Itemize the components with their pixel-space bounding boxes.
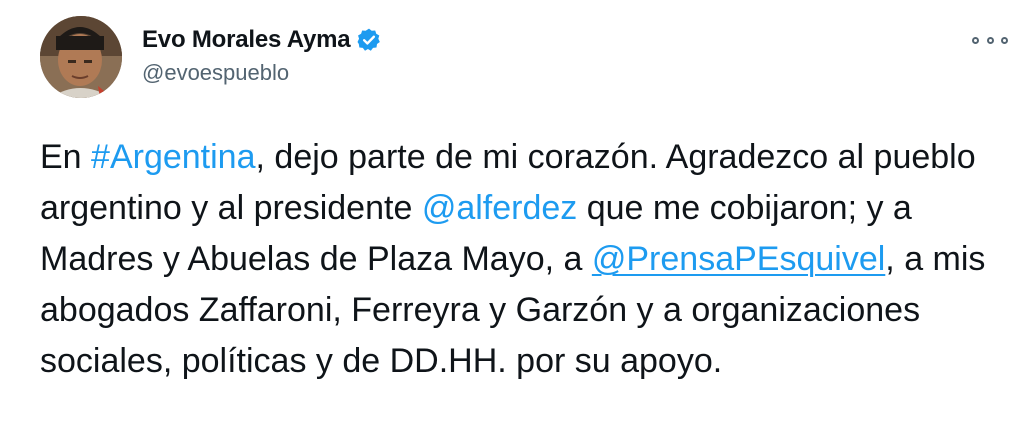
dot-icon — [986, 36, 994, 44]
dot-icon — [972, 36, 979, 44]
tweet-text: En #Argentina, dejo parte de mi corazón.… — [40, 132, 1010, 387]
avatar[interactable] — [40, 16, 122, 98]
tweet-text-segment: En — [40, 138, 92, 176]
more-options-icon[interactable] — [972, 30, 1008, 50]
author-row: Evo Morales Ayma — [142, 26, 382, 54]
mention-link[interactable]: @alferdez — [422, 189, 577, 227]
avatar-image — [40, 16, 122, 98]
dot-icon — [1001, 36, 1008, 44]
verified-badge-icon — [356, 27, 382, 53]
display-name[interactable]: Evo Morales Ayma — [142, 26, 351, 54]
author-handle[interactable]: @evoespueblo — [142, 60, 289, 86]
tweet-card: Evo Morales Ayma @evoespueblo En #Argent… — [0, 0, 1024, 443]
mention-link[interactable]: @PrensaPEsquivel — [592, 240, 885, 278]
hashtag-link[interactable]: #Argentina — [91, 138, 255, 176]
